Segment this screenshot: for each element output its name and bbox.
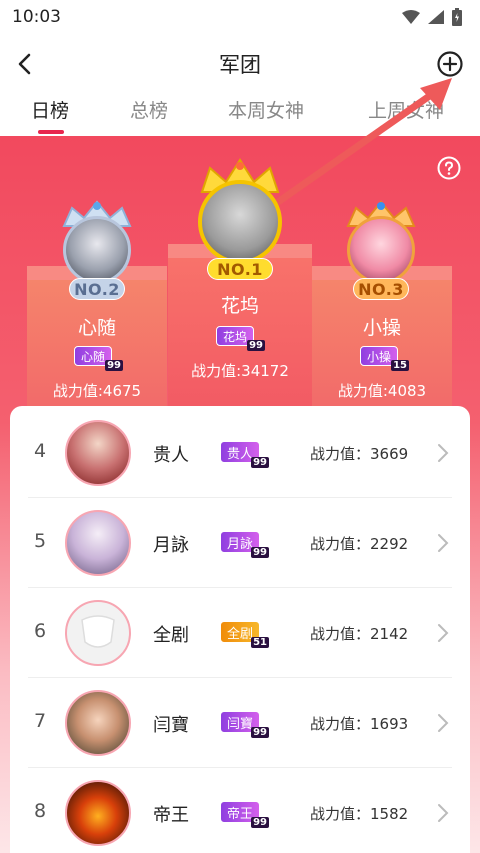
list-item[interactable]: 7 闫寶 闫寶 99 战力值：1693 — [10, 678, 470, 768]
fan-tag: 闫寶 99 — [220, 711, 270, 738]
row-rank: 5 — [33, 530, 47, 552]
avatar — [65, 510, 131, 576]
back-button[interactable] — [8, 48, 40, 80]
chevron-right-icon — [438, 534, 449, 552]
top3-name: 小操 — [362, 317, 401, 339]
top1-avatar — [198, 180, 282, 264]
top1-avatar-frame[interactable]: NO.1 — [186, 156, 294, 282]
row-name: 月詠 — [153, 535, 189, 556]
fan-tag: 贵人 99 — [220, 441, 270, 468]
fan-tag: 月詠 99 — [220, 531, 270, 558]
row-name: 全剧 — [153, 625, 189, 646]
list-item[interactable]: 8 帝王 帝王 99 战力值：1582 — [10, 768, 470, 853]
signal-icon — [428, 10, 444, 24]
row-name: 帝王 — [153, 805, 189, 826]
row-rank: 8 — [33, 800, 47, 822]
row-power: 战力值：2142 — [310, 625, 409, 643]
top3-fan-tag: 小操 15 — [360, 346, 410, 371]
battery-icon — [452, 8, 462, 26]
row-power: 战力值：2292 — [310, 535, 409, 553]
chevron-right-icon — [438, 624, 449, 642]
avatar — [65, 780, 131, 846]
row-power: 战力值：3669 — [310, 445, 409, 463]
chevron-right-icon — [438, 804, 449, 822]
annotation-arrow — [274, 78, 452, 206]
top3-avatar — [347, 216, 415, 284]
page-title: 军团 — [219, 53, 261, 77]
back-icon — [18, 53, 31, 75]
top2-rank-badge: NO.2 — [69, 278, 125, 300]
top1-rank-badge: NO.1 — [207, 258, 273, 280]
top2-name: 心随 — [77, 317, 116, 339]
top3-avatar-frame[interactable]: NO.3 — [338, 198, 424, 300]
top3-rank-badge: NO.3 — [353, 278, 409, 300]
row-name: 闫寶 — [153, 715, 189, 736]
ranking-list: 4 贵人 贵人 99 战力值：3669 5 月詠 月詠 99 战力值：2292 6 … — [10, 406, 470, 853]
tab-active-indicator — [38, 130, 64, 134]
list-item[interactable]: 5 月詠 月詠 99 战力值：2292 — [10, 498, 470, 588]
row-rank: 4 — [33, 440, 47, 462]
row-rank: 6 — [33, 620, 47, 642]
avatar — [65, 420, 131, 486]
row-rank: 7 — [33, 710, 47, 732]
tab-daily[interactable]: 日榜 — [31, 96, 69, 123]
tab-total[interactable]: 总榜 — [130, 96, 168, 123]
row-power: 战力值：1693 — [310, 715, 409, 733]
list-item[interactable]: 4 贵人 贵人 99 战力值：3669 — [10, 408, 470, 498]
row-power: 战力值：1582 — [310, 805, 409, 823]
top2-power: 战力值:4675 — [52, 382, 142, 400]
status-time: 10:03 — [12, 7, 61, 27]
status-icons — [402, 8, 462, 26]
top2-fan-tag: 心随 99 — [74, 346, 124, 371]
list-item[interactable]: 6 全剧 全剧 51 战力值：2142 — [10, 588, 470, 678]
top2-avatar — [63, 216, 131, 284]
status-bar: 10:03 — [0, 0, 480, 34]
top1-power: 战力值:34172 — [191, 362, 289, 380]
fan-tag: 全剧 51 — [220, 621, 270, 648]
row-name: 贵人 — [153, 445, 189, 466]
chevron-right-icon — [438, 444, 449, 462]
wifi-icon — [402, 10, 420, 24]
top1-fan-tag: 花坞 99 — [216, 326, 266, 351]
default-avatar-icon — [81, 615, 115, 648]
avatar — [65, 600, 131, 666]
help-icon[interactable] — [437, 156, 461, 180]
fan-tag: 帝王 99 — [220, 801, 270, 828]
top3-power: 战力值:4083 — [337, 382, 427, 400]
top2-avatar-frame[interactable]: NO.2 — [54, 198, 140, 300]
chevron-right-icon — [438, 714, 449, 732]
avatar — [65, 690, 131, 756]
top1-name: 花坞 — [220, 295, 259, 317]
